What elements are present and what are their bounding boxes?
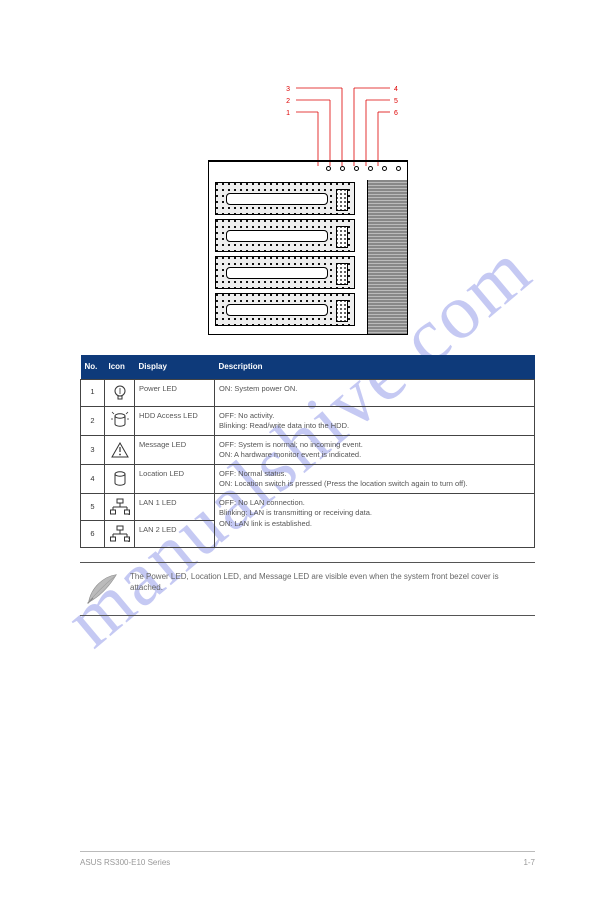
cell-display: LAN 1 LED xyxy=(135,494,215,521)
front-led-3 xyxy=(354,166,359,171)
front-led-2 xyxy=(340,166,345,171)
power-led-icon xyxy=(105,379,135,406)
col-desc: Description xyxy=(215,355,535,379)
front-led-5 xyxy=(382,166,387,171)
cell-no: 3 xyxy=(81,435,105,464)
led-indicator-table: No. Icon Display Description 1 Power LED… xyxy=(80,355,535,548)
cell-display: LAN 2 LED xyxy=(135,521,215,548)
table-row: 4 Location LED OFF: Normal status. ON: L… xyxy=(81,465,535,494)
svg-text:2: 2 xyxy=(286,98,290,105)
cell-no: 2 xyxy=(81,406,105,435)
front-panel-diagram: 1 2 3 4 5 6 xyxy=(208,60,408,340)
cell-no: 5 xyxy=(81,494,105,521)
page-footer: ASUS RS300-E10 Series 1-7 xyxy=(80,851,535,867)
lan1-icon: 1 xyxy=(105,494,135,521)
cell-desc: OFF: No activity. Blinking: Read/write d… xyxy=(215,406,535,435)
manual-page: 1 2 3 4 5 6 xyxy=(0,0,595,897)
front-led-4 xyxy=(368,166,373,171)
cell-no: 6 xyxy=(81,521,105,548)
note-text: The Power LED, Location LED, and Message… xyxy=(130,571,531,593)
hdd-access-led-icon xyxy=(105,406,135,435)
svg-text:1: 1 xyxy=(128,511,130,516)
svg-text:4: 4 xyxy=(394,86,398,93)
location-led-icon xyxy=(105,465,135,494)
cell-desc: OFF: System is normal; no incoming event… xyxy=(215,435,535,464)
cell-desc: OFF: No LAN connection. Blinking: LAN is… xyxy=(215,494,535,548)
cell-no: 1 xyxy=(81,379,105,406)
note-feather-icon xyxy=(84,571,120,607)
footer-left: ASUS RS300-E10 Series xyxy=(80,858,170,867)
svg-text:1: 1 xyxy=(286,110,290,117)
cell-display: Location LED xyxy=(135,465,215,494)
cell-display: Message LED xyxy=(135,435,215,464)
svg-text:5: 5 xyxy=(394,98,398,105)
note-box: The Power LED, Location LED, and Message… xyxy=(80,562,535,616)
footer-right: 1-7 xyxy=(523,858,535,867)
svg-text:6: 6 xyxy=(394,110,398,117)
col-icon: Icon xyxy=(105,355,135,379)
lan2-icon: 2 xyxy=(105,521,135,548)
front-led-1 xyxy=(326,166,331,171)
front-led-6 xyxy=(396,166,401,171)
table-row: 2 HDD Access LED OFF: No activity. Blink… xyxy=(81,406,535,435)
table-row: 5 1 LAN 1 LED OFF: No LAN connection. Bl… xyxy=(81,494,535,521)
server-front-panel xyxy=(208,160,408,335)
warning-icon xyxy=(105,435,135,464)
cell-desc: ON: System power ON. xyxy=(215,379,535,406)
led-indicator-row xyxy=(326,166,401,171)
table-row: 3 Message LED OFF: System is normal; no … xyxy=(81,435,535,464)
drive-bay-stack xyxy=(215,182,355,330)
col-display: Display xyxy=(135,355,215,379)
drive-bay xyxy=(215,293,355,326)
cell-display: Power LED xyxy=(135,379,215,406)
svg-text:2: 2 xyxy=(128,538,130,543)
drive-bay xyxy=(215,182,355,215)
col-no: No. xyxy=(81,355,105,379)
table-header-row: No. Icon Display Description xyxy=(81,355,535,379)
table-row: 1 Power LED ON: System power ON. xyxy=(81,379,535,406)
cell-desc: OFF: Normal status. ON: Location switch … xyxy=(215,465,535,494)
drive-bay xyxy=(215,219,355,252)
cell-display: HDD Access LED xyxy=(135,406,215,435)
cell-no: 4 xyxy=(81,465,105,494)
drive-bay xyxy=(215,256,355,289)
chassis-grill xyxy=(367,180,407,334)
svg-text:3: 3 xyxy=(286,86,290,93)
